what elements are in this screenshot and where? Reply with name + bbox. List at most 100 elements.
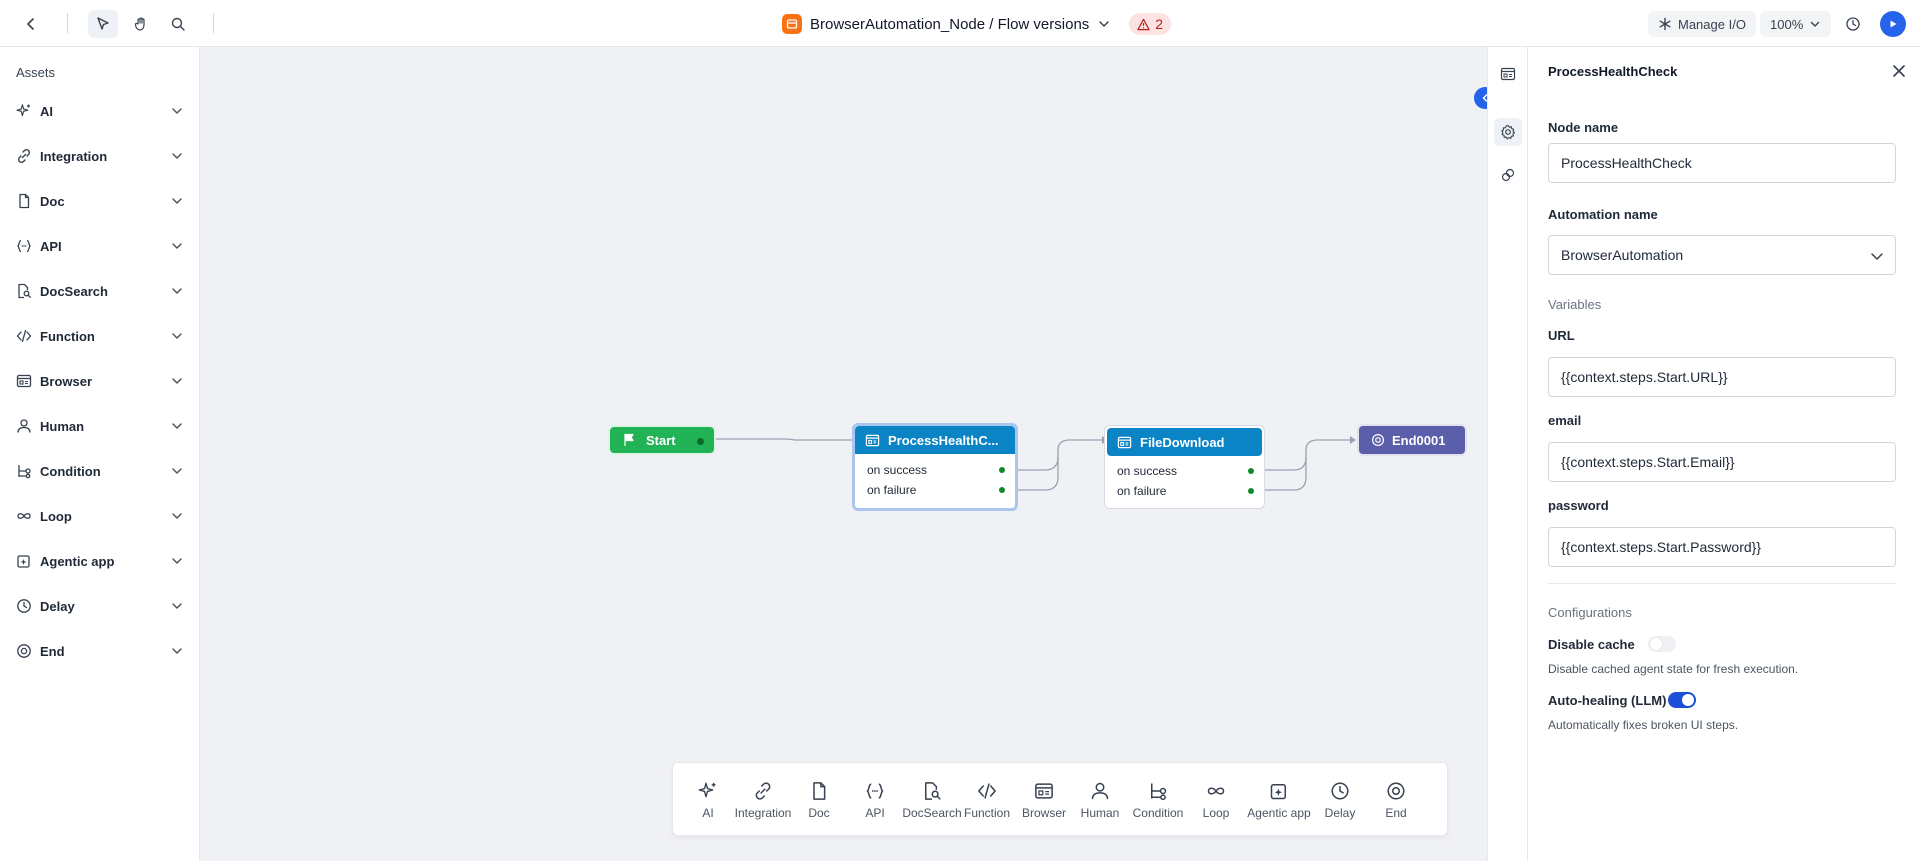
warning-badge[interactable]: 2: [1129, 13, 1172, 35]
auto-healing-toggle[interactable]: [1668, 692, 1696, 708]
sidebar-item-label: Delay: [40, 598, 75, 614]
history-button[interactable]: [1838, 10, 1868, 38]
palette-label: Doc: [808, 806, 830, 820]
success-port[interactable]: [1248, 468, 1254, 474]
sidebar-item-ai[interactable]: AI: [0, 93, 200, 129]
zoom-select[interactable]: 100%: [1760, 11, 1832, 37]
sidebar-item-browser[interactable]: Browser: [0, 363, 200, 399]
sidebar-item-label: End: [40, 643, 65, 659]
sparkle-icon: [698, 782, 716, 798]
toggle-knob: [1682, 694, 1694, 706]
sidebar-item-human[interactable]: Human: [0, 408, 200, 444]
browser-icon: [1117, 436, 1132, 448]
success-branch[interactable]: on success: [1105, 461, 1264, 481]
failure-branch[interactable]: on failure: [855, 480, 1015, 500]
password-input[interactable]: {{context.steps.Start.Password}}: [1548, 527, 1896, 567]
flow-title[interactable]: BrowserAutomation_Node / Flow versions: [810, 16, 1089, 33]
url-input[interactable]: {{context.steps.Start.URL}}: [1548, 357, 1896, 397]
zoom-value: 100%: [1770, 16, 1804, 32]
sidebar-item-api[interactable]: API: [0, 228, 200, 264]
assets-title: Assets: [16, 65, 56, 80]
search-button[interactable]: [163, 10, 193, 38]
sidebar-item-condition[interactable]: Condition: [0, 453, 200, 489]
braces-icon: [866, 783, 884, 799]
automation-name-select[interactable]: BrowserAutomation: [1548, 235, 1896, 275]
palette-label: Delay: [1324, 806, 1356, 820]
chevron-down-icon: [172, 288, 182, 294]
back-button[interactable]: [16, 10, 46, 38]
sidebar-item-end[interactable]: End: [0, 633, 200, 669]
sidebar-item-loop[interactable]: Loop: [0, 498, 200, 534]
run-button[interactable]: [1880, 11, 1906, 37]
palette-item-agentic-app[interactable]: Agentic app: [1244, 781, 1314, 820]
failure-branch[interactable]: on failure: [1105, 481, 1264, 501]
close-icon[interactable]: [1890, 62, 1908, 80]
chevron-down-icon: [172, 378, 182, 384]
chevron-down-icon[interactable]: [1097, 17, 1111, 31]
toolbar-divider: [67, 13, 68, 33]
sidebar-item-function[interactable]: Function: [0, 318, 200, 354]
email-value: {{context.steps.Start.Email}}: [1561, 454, 1735, 470]
sidebar-item-label: API: [40, 238, 62, 254]
success-label: on success: [867, 463, 928, 477]
palette-item-end[interactable]: End: [1361, 781, 1431, 820]
sidebar-item-docsearch[interactable]: DocSearch: [0, 273, 200, 309]
disable-cache-help: Disable cached agent state for fresh exe…: [1548, 662, 1799, 676]
panel-divider: [1548, 583, 1896, 584]
branch-icon: [1151, 783, 1167, 801]
failure-port[interactable]: [1248, 488, 1254, 494]
chevron-down-icon: [172, 108, 182, 114]
auto-healing-label: Auto-healing (LLM): [1548, 693, 1667, 708]
end-node[interactable]: End0001: [1357, 424, 1467, 456]
flow-canvas[interactable]: Start ProcessHealthC... on success on fa…: [200, 47, 1496, 861]
infinity-icon: [1207, 787, 1225, 795]
link-icon: [755, 782, 771, 800]
pan-tool-button[interactable]: [126, 10, 156, 38]
chevron-down-icon: [172, 603, 182, 609]
failure-label: on failure: [867, 483, 917, 497]
variables-section-label: Variables: [1548, 297, 1602, 312]
success-port[interactable]: [999, 467, 1005, 473]
rail-links-button[interactable]: [1494, 161, 1522, 189]
end-node-label: End0001: [1392, 432, 1446, 448]
sidebar-item-delay[interactable]: Delay: [0, 588, 200, 624]
failure-port[interactable]: [999, 487, 1005, 493]
sidebar-item-doc[interactable]: Doc: [0, 183, 200, 219]
clock-icon: [17, 599, 31, 613]
sidebar-item-integration[interactable]: Integration: [0, 138, 200, 174]
browser-icon: [1500, 67, 1516, 81]
browser-icon: [16, 374, 32, 388]
sidebar-item-label: Agentic app: [40, 553, 115, 569]
email-input[interactable]: {{context.steps.Start.Email}}: [1548, 442, 1896, 482]
node-title: FileDownload: [1140, 434, 1225, 450]
flow-title-group: BrowserAutomation_Node / Flow versions 2: [782, 11, 1172, 37]
rail-node-view-button[interactable]: [1494, 60, 1522, 88]
palette-label: Loop: [1202, 806, 1230, 820]
doc-search-icon: [925, 782, 941, 800]
password-label: password: [1548, 498, 1609, 513]
process-health-check-node[interactable]: ProcessHealthC... on success on failure: [852, 423, 1018, 511]
palette-item-loop[interactable]: Loop: [1181, 781, 1251, 820]
start-node[interactable]: Start: [608, 425, 716, 455]
manage-io-label: Manage I/O: [1678, 16, 1746, 32]
file-download-node[interactable]: FileDownload on success on failure: [1104, 425, 1265, 509]
start-output-port[interactable]: [697, 438, 704, 445]
success-branch[interactable]: on success: [855, 460, 1015, 480]
play-icon: [1890, 20, 1897, 28]
branch-icon: [18, 465, 31, 479]
chevron-down-icon: [172, 648, 182, 654]
person-icon: [1091, 782, 1109, 800]
document-icon: [19, 193, 30, 209]
palette-label: Condition: [1132, 806, 1184, 820]
sidebar-item-agentic-app[interactable]: Agentic app: [0, 543, 200, 579]
end-circle-icon: [17, 644, 31, 658]
chevron-down-icon: [172, 423, 182, 429]
disable-cache-toggle[interactable]: [1648, 636, 1676, 652]
assets-sidebar: Assets AI Integration Doc API DocSearch …: [0, 47, 200, 861]
node-name-input[interactable]: ProcessHealthCheck: [1548, 143, 1896, 183]
rail-settings-button[interactable]: [1494, 118, 1522, 146]
chevron-down-icon: [172, 198, 182, 204]
node-header: ProcessHealthC...: [855, 426, 1015, 454]
manage-io-button[interactable]: Manage I/O: [1648, 11, 1756, 37]
select-tool-button[interactable]: [88, 10, 118, 38]
